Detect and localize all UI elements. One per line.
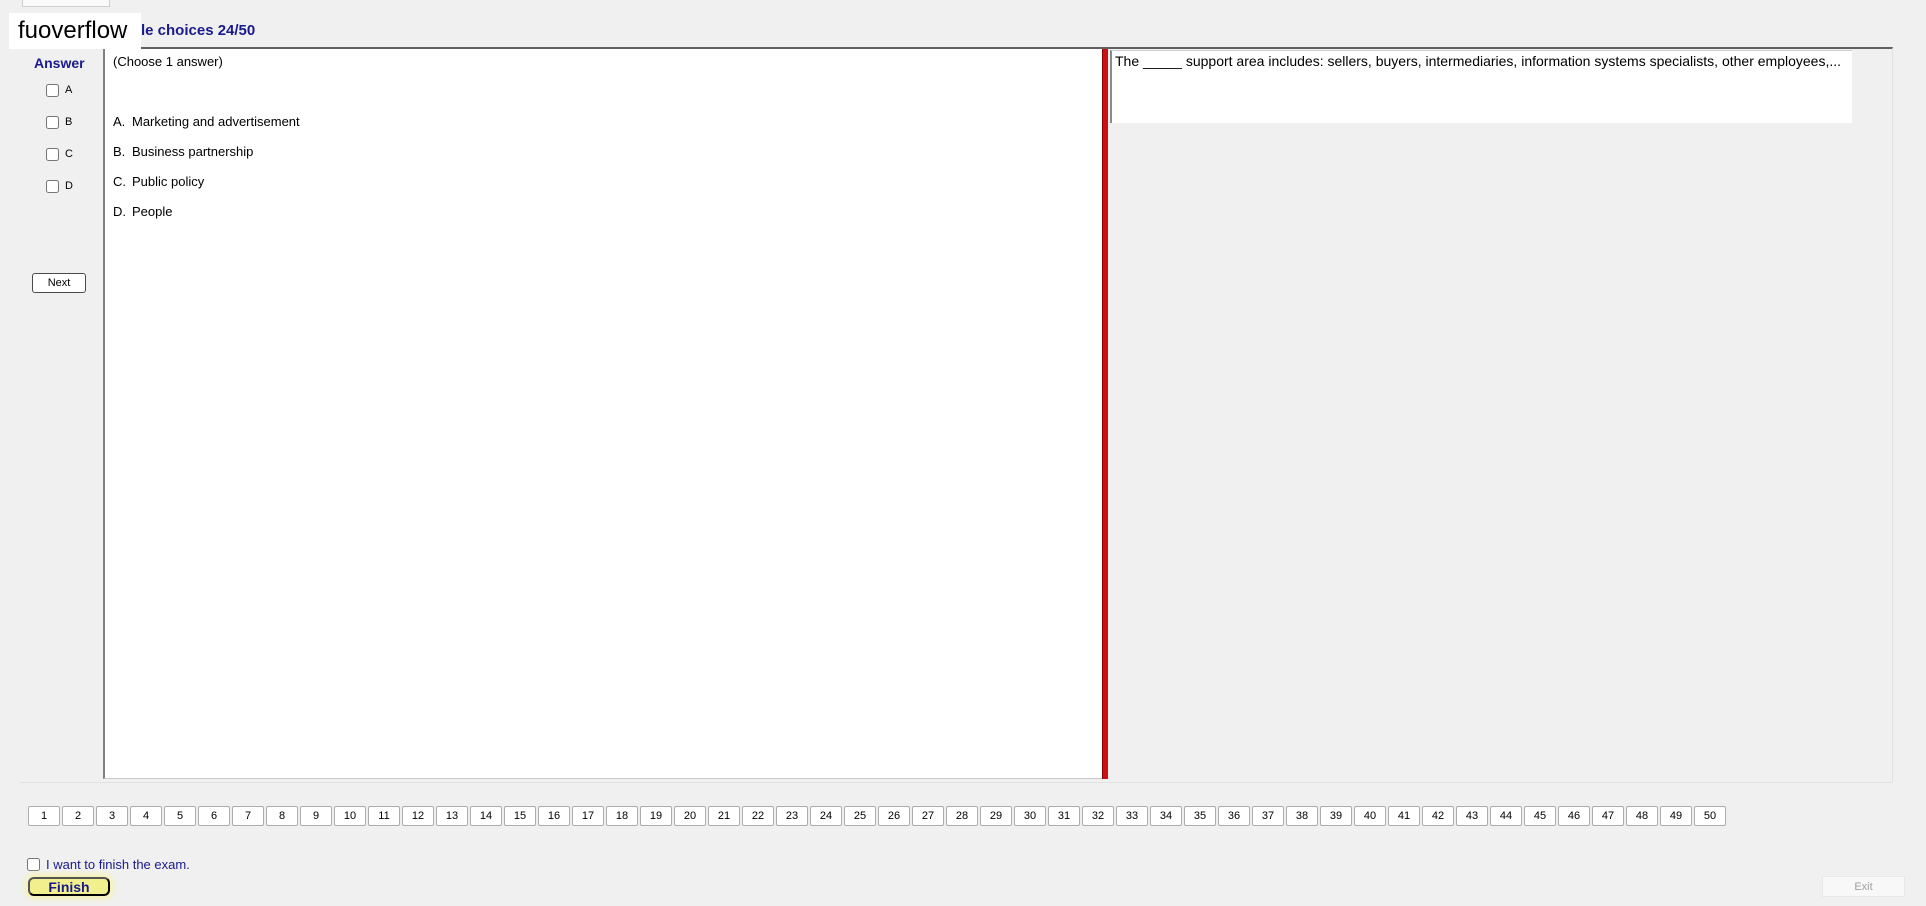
question-nav-button[interactable]: 35 (1184, 806, 1216, 826)
question-nav-button[interactable]: 28 (946, 806, 978, 826)
choice-d-letter: D. (113, 204, 126, 219)
question-nav-button[interactable]: 39 (1320, 806, 1352, 826)
question-nav-button[interactable]: 37 (1252, 806, 1284, 826)
watermark: fuoverflow (9, 13, 141, 49)
question-nav-button[interactable]: 31 (1048, 806, 1080, 826)
answer-option-a-label: A (65, 84, 73, 96)
question-nav-button[interactable]: 32 (1082, 806, 1114, 826)
choice-d-text: People (132, 204, 173, 219)
question-nav-button[interactable]: 4 (130, 806, 162, 826)
finish-confirm[interactable]: I want to finish the exam. (27, 857, 190, 872)
finish-confirm-checkbox[interactable] (27, 858, 40, 871)
question-nav-button[interactable]: 20 (674, 806, 706, 826)
choice-b-letter: B. (113, 144, 126, 159)
answer-option-b[interactable]: B (46, 114, 72, 130)
choice-b-text: Business partnership (132, 144, 254, 159)
question-nav-button[interactable]: 50 (1694, 806, 1726, 826)
question-nav-button[interactable]: 26 (878, 806, 910, 826)
answer-option-d[interactable]: D (46, 178, 73, 194)
choice-c-text: Public policy (132, 174, 205, 189)
panel-splitter[interactable] (1102, 49, 1108, 779)
answer-option-c-label: C (65, 148, 73, 160)
question-nav-button[interactable]: 45 (1524, 806, 1556, 826)
finish-confirm-label: I want to finish the exam. (46, 857, 190, 872)
question-nav-button[interactable]: 16 (538, 806, 570, 826)
question-nav-button[interactable]: 43 (1456, 806, 1488, 826)
question-nav-button[interactable]: 14 (470, 806, 502, 826)
choices-panel: (Choose 1 answer) A. Marketing and adver… (103, 49, 1103, 779)
choice-c: C. Public policy (113, 174, 204, 189)
question-nav-button[interactable]: 40 (1354, 806, 1386, 826)
question-nav-button[interactable]: 44 (1490, 806, 1522, 826)
choice-a-letter: A. (113, 114, 126, 129)
answer-option-a[interactable]: A (46, 82, 72, 98)
question-nav-button[interactable]: 11 (368, 806, 400, 826)
question-nav-button[interactable]: 7 (232, 806, 264, 826)
window-tab (22, 0, 110, 7)
question-nav-button[interactable]: 5 (164, 806, 196, 826)
question-nav-button[interactable]: 29 (980, 806, 1012, 826)
question-nav-button[interactable]: 25 (844, 806, 876, 826)
question-nav-button[interactable]: 10 (334, 806, 366, 826)
answer-checkbox-d[interactable] (46, 179, 59, 193)
question-navigation: 1 2 3 4 5 6 7 8 9 10 11 12 13 14 15 16 17 18 19 20 21 22 23 24 2… (28, 806, 1728, 826)
question-nav-button[interactable]: 34 (1150, 806, 1182, 826)
question-nav-button[interactable]: 21 (708, 806, 740, 826)
choice-b: B. Business partnership (113, 144, 253, 159)
question-nav-button[interactable]: 9 (300, 806, 332, 826)
question-nav-button[interactable]: 23 (776, 806, 808, 826)
exit-button[interactable]: Exit (1822, 876, 1905, 897)
question-nav-button[interactable]: 22 (742, 806, 774, 826)
answer-option-c[interactable]: C (46, 146, 73, 162)
answer-option-d-label: D (65, 180, 73, 192)
question-nav-button[interactable]: 42 (1422, 806, 1454, 826)
question-nav-button[interactable]: 47 (1592, 806, 1624, 826)
question-nav-button[interactable]: 13 (436, 806, 468, 826)
question-nav-button[interactable]: 33 (1116, 806, 1148, 826)
question-nav-button[interactable]: 48 (1626, 806, 1658, 826)
question-nav-button[interactable]: 3 (96, 806, 128, 826)
question-nav-button[interactable]: 6 (198, 806, 230, 826)
question-nav-button[interactable]: 49 (1660, 806, 1692, 826)
answer-checkbox-a[interactable] (46, 83, 59, 97)
question-nav-button[interactable]: 27 (912, 806, 944, 826)
question-nav-button[interactable]: 8 (266, 806, 298, 826)
question-nav-button[interactable]: 30 (1014, 806, 1046, 826)
question-nav-button[interactable]: 1 (28, 806, 60, 826)
question-nav-button[interactable]: 46 (1558, 806, 1590, 826)
question-nav-button[interactable]: 2 (62, 806, 94, 826)
question-text: The _____ support area includes: sellers… (1110, 50, 1852, 123)
choice-a-text: Marketing and advertisement (132, 114, 300, 129)
question-nav-button[interactable]: 12 (402, 806, 434, 826)
question-nav-button[interactable]: 15 (504, 806, 536, 826)
choice-c-letter: C. (113, 174, 126, 189)
choose-hint: (Choose 1 answer) (113, 54, 223, 69)
answer-checkbox-b[interactable] (46, 115, 59, 129)
question-nav-button[interactable]: 41 (1388, 806, 1420, 826)
question-nav-button[interactable]: 17 (572, 806, 604, 826)
choice-d: D. People (113, 204, 172, 219)
finish-button[interactable]: Finish (28, 877, 110, 896)
page-title: le choices 24/50 (141, 22, 256, 39)
next-button[interactable]: Next (32, 273, 86, 293)
question-nav-button[interactable]: 19 (640, 806, 672, 826)
question-nav-button[interactable]: 24 (810, 806, 842, 826)
question-nav-button[interactable]: 38 (1286, 806, 1318, 826)
question-nav-button[interactable]: 18 (606, 806, 638, 826)
answer-label: Answer (34, 55, 85, 71)
answer-option-b-label: B (65, 116, 73, 128)
answer-checkbox-c[interactable] (46, 147, 59, 161)
question-nav-button[interactable]: 36 (1218, 806, 1250, 826)
choice-a: A. Marketing and advertisement (113, 114, 300, 129)
